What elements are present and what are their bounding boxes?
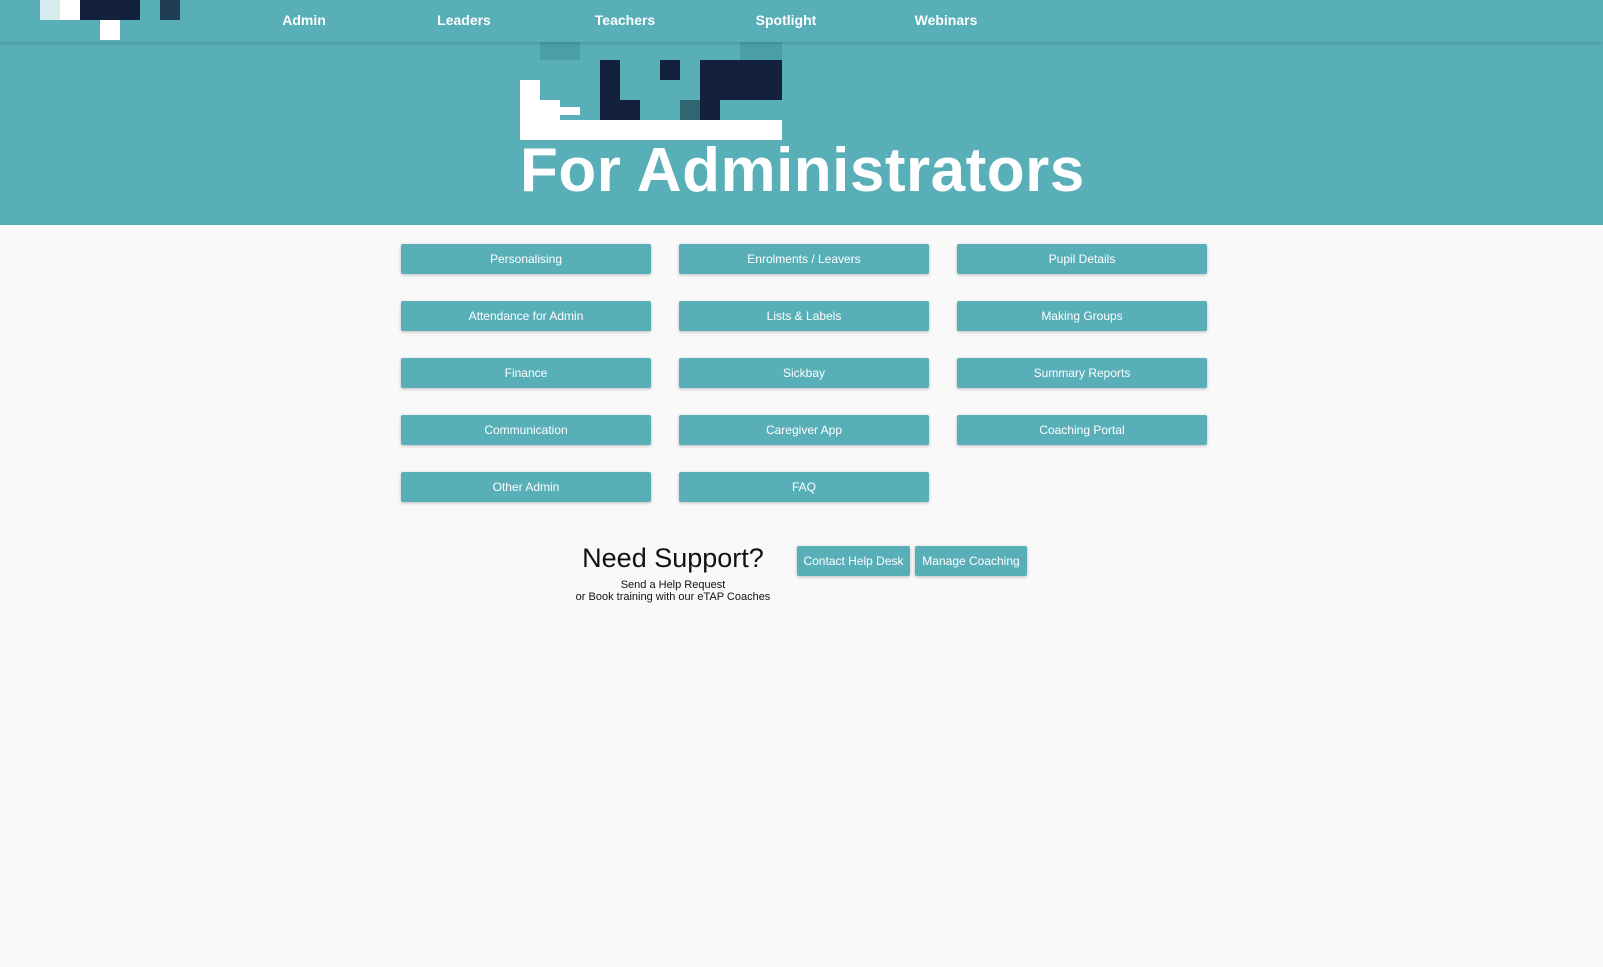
topic-coaching-portal-button[interactable]: Coaching Portal xyxy=(957,415,1207,445)
contact-help-desk-button[interactable]: Contact Help Desk xyxy=(797,546,910,576)
manage-coaching-button[interactable]: Manage Coaching xyxy=(915,546,1027,576)
support-heading: Need Support? xyxy=(582,543,764,573)
topic-attendance-button[interactable]: Attendance for Admin xyxy=(401,301,651,331)
etap-logo-icon[interactable] xyxy=(40,0,180,40)
topic-enrolments-leavers-button[interactable]: Enrolments / Leavers xyxy=(679,244,929,274)
etap-logo-large-icon xyxy=(520,42,782,140)
topic-communication-button[interactable]: Communication xyxy=(401,415,651,445)
support-line-book-training: or Book training with our eTAP Coaches xyxy=(575,591,771,603)
topic-caregiver-app-button[interactable]: Caregiver App xyxy=(679,415,929,445)
topic-pupil-details-button[interactable]: Pupil Details xyxy=(957,244,1207,274)
topic-making-groups-button[interactable]: Making Groups xyxy=(957,301,1207,331)
nav-spotlight[interactable]: Spotlight xyxy=(746,0,826,40)
nav-webinars[interactable]: Webinars xyxy=(906,0,986,40)
topic-finance-button[interactable]: Finance xyxy=(401,358,651,388)
topic-summary-reports-button[interactable]: Summary Reports xyxy=(957,358,1207,388)
topic-sickbay-button[interactable]: Sickbay xyxy=(679,358,929,388)
nav-leaders[interactable]: Leaders xyxy=(424,0,504,40)
nav-teachers[interactable]: Teachers xyxy=(585,0,665,40)
support-line-help-request: Send a Help Request xyxy=(620,579,726,591)
topic-lists-labels-button[interactable]: Lists & Labels xyxy=(679,301,929,331)
nav-admin[interactable]: Admin xyxy=(264,0,344,40)
top-nav-bar: Admin Leaders Teachers Spotlight Webinar… xyxy=(0,0,1603,42)
topic-personalising-button[interactable]: Personalising xyxy=(401,244,651,274)
topic-faq-button[interactable]: FAQ xyxy=(679,472,929,502)
hero-banner: For Administrators xyxy=(0,42,1603,225)
topic-other-admin-button[interactable]: Other Admin xyxy=(401,472,651,502)
page-title: For Administrators xyxy=(520,136,1085,205)
support-description: Send a Help Request or Book training wit… xyxy=(563,579,783,603)
